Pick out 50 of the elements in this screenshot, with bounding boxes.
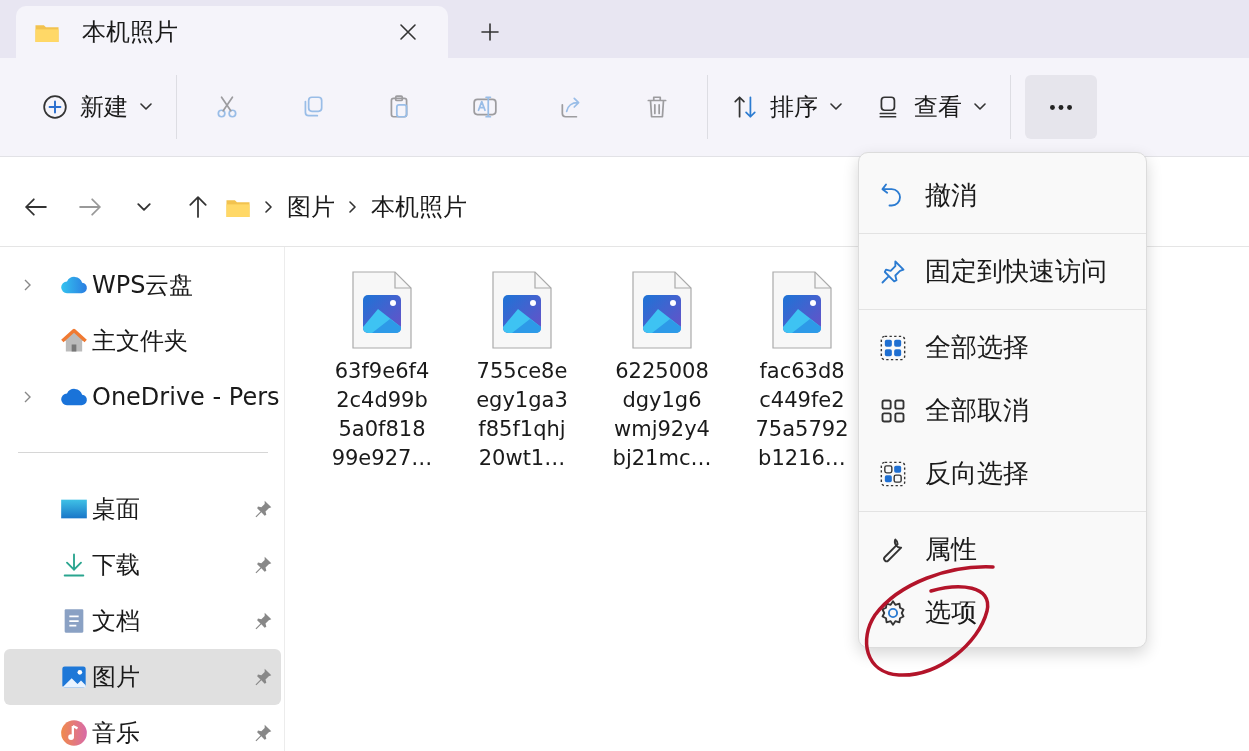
menu-item[interactable]: 撤消	[859, 163, 1146, 227]
sidebar-item[interactable]: 下载	[4, 537, 281, 593]
sidebar-item[interactable]: OneDrive - Pers	[4, 369, 281, 425]
sidebar-item[interactable]: WPS云盘	[4, 257, 281, 313]
menu-item[interactable]: 属性	[859, 518, 1146, 581]
scissors-icon	[214, 94, 240, 120]
plus-circle-icon	[42, 94, 68, 120]
chevron-down-icon	[137, 203, 151, 211]
menu-item[interactable]: 反向选择	[859, 442, 1146, 505]
view-button[interactable]: 查看	[866, 75, 996, 139]
trash-icon	[644, 94, 670, 120]
menu-item[interactable]: 选项	[859, 581, 1146, 644]
image-file-icon	[492, 271, 552, 349]
menu-item[interactable]: 固定到快速访问	[859, 240, 1146, 303]
breadcrumb-item[interactable]: 图片	[287, 191, 335, 223]
sort-button[interactable]: 排序	[722, 75, 852, 139]
invert-selection-icon	[879, 459, 907, 488]
sidebar-item[interactable]: 文档	[4, 593, 281, 649]
select-all-icon	[879, 333, 907, 362]
music-icon	[60, 719, 88, 747]
new-button[interactable]: 新建	[32, 75, 162, 139]
house-icon	[60, 327, 88, 355]
plus-icon	[480, 22, 500, 42]
folder-tab[interactable]: 本机照片	[16, 6, 448, 58]
left-arrow-icon	[25, 198, 47, 216]
file-name[interactable]: 6225008 dgy1g6 wmj92y4 bj21mc…	[612, 357, 712, 473]
image-file-icon	[772, 271, 832, 349]
sidebar-item[interactable]: 图片	[4, 649, 281, 705]
more-button[interactable]	[1025, 75, 1097, 139]
gear-icon	[879, 598, 907, 627]
sort-arrows-icon	[732, 94, 758, 120]
file-name[interactable]: 755ce8e egy1ga3 f85f1qhj 20wt1…	[476, 357, 568, 473]
up-arrow-icon	[189, 196, 207, 218]
file-name[interactable]: fac63d8 c449fe2 75a5792 b1216…	[755, 357, 849, 473]
sidebar-item[interactable]: 桌面	[4, 481, 281, 537]
breadcrumb-item[interactable]: 本机照片	[371, 191, 467, 223]
sidebar-item[interactable]: 音乐	[4, 705, 281, 751]
menu-item[interactable]: 全部取消	[859, 379, 1146, 442]
menu-item[interactable]: 全部选择	[859, 316, 1146, 379]
file-name[interactable]: 63f9e6f4 2c4d99b 5a0f818 99e927…	[331, 357, 433, 473]
close-icon	[399, 23, 417, 41]
image-file-icon	[352, 271, 412, 349]
sidebar-item[interactable]: 主文件夹	[4, 313, 281, 369]
more-icon	[1050, 104, 1072, 110]
chevron-right-icon	[349, 201, 357, 213]
chevron-right-icon	[265, 201, 273, 213]
image-file-icon	[632, 271, 692, 349]
tab-title: 本机照片	[82, 17, 179, 48]
rename-icon	[472, 94, 498, 120]
right-arrow-icon	[79, 198, 101, 216]
